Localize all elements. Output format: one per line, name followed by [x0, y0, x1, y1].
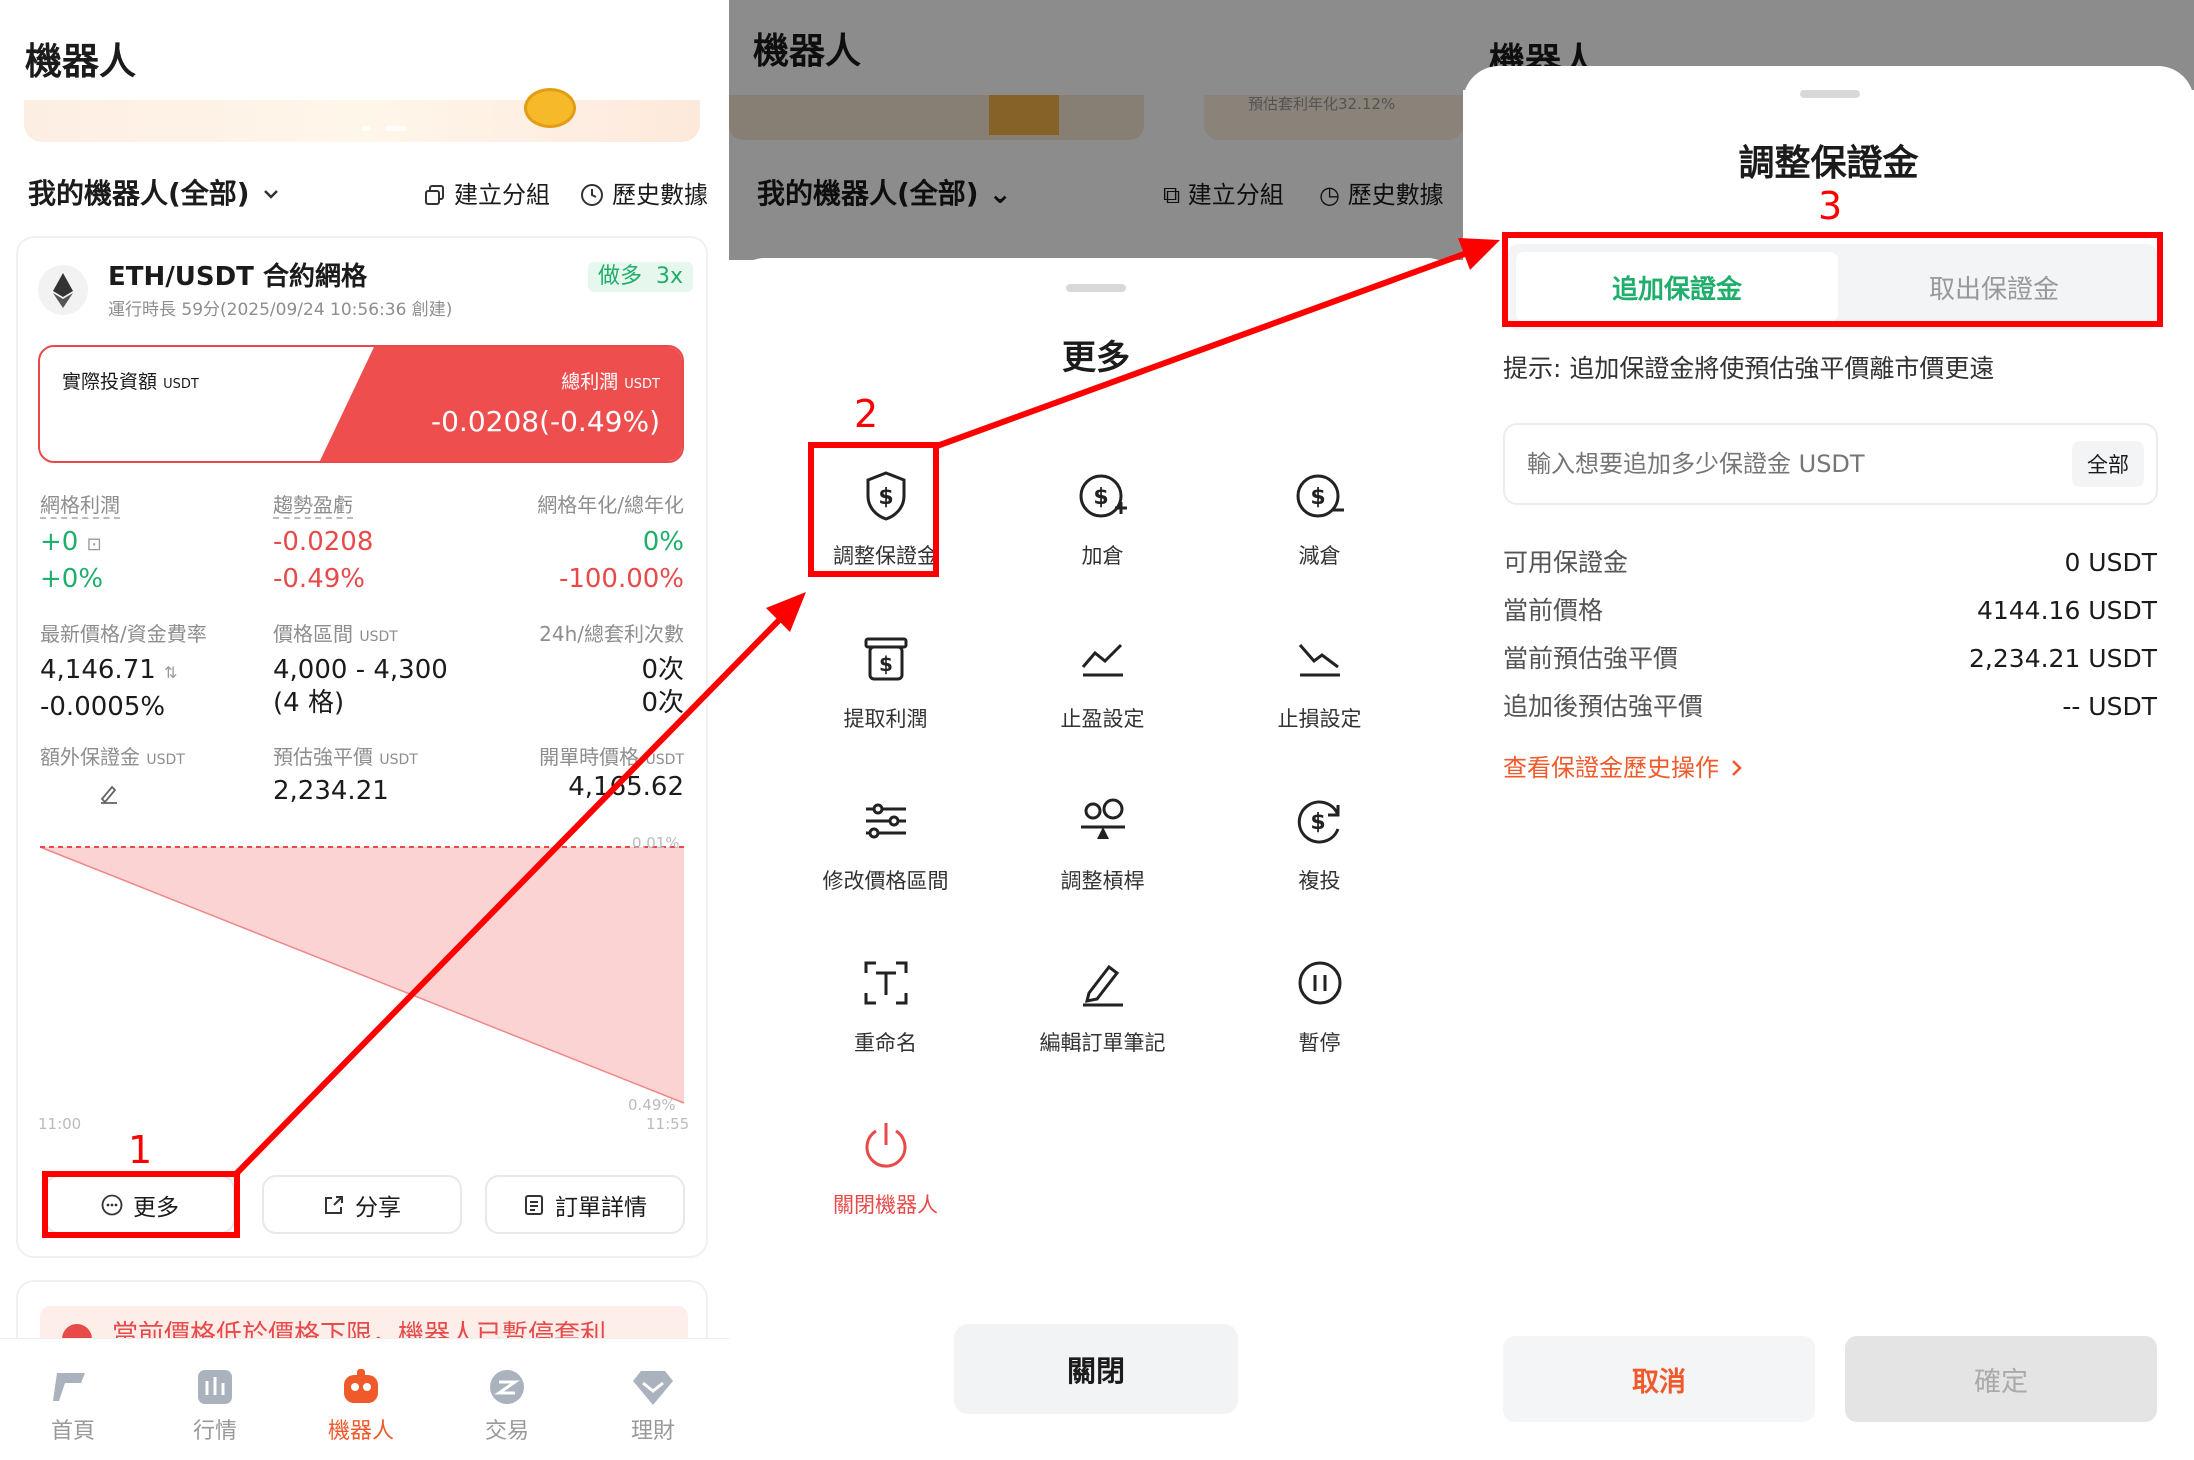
arrowhead-step3 [1458, 238, 1500, 270]
annotation-arrows [233, 238, 1500, 1177]
arrow-step1-to-step2 [233, 608, 791, 1177]
arrow-step2-to-step3 [935, 250, 1469, 449]
